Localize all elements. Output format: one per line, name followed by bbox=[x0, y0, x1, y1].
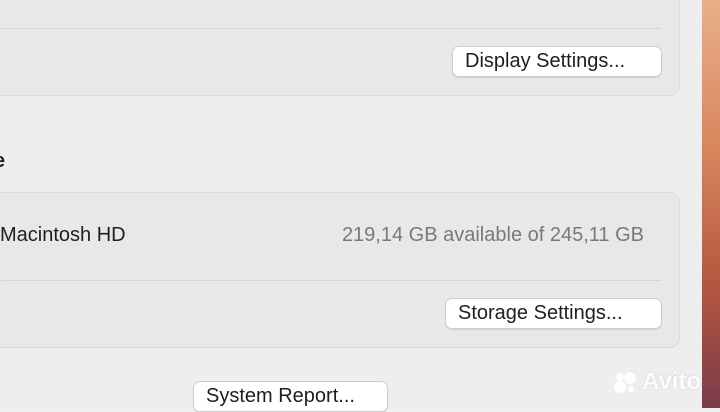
divider bbox=[1, 28, 661, 29]
storage-settings-button[interactable]: Storage Settings... bbox=[445, 298, 662, 329]
storage-section-heading: e bbox=[0, 150, 5, 173]
about-window: Display Settings... e Macintosh HD 219,1… bbox=[0, 0, 702, 412]
desktop-wallpaper bbox=[702, 0, 720, 408]
divider bbox=[1, 280, 661, 281]
avito-watermark: Avito bbox=[612, 368, 701, 396]
display-settings-button[interactable]: Display Settings... bbox=[452, 46, 662, 77]
avito-watermark-text: Avito bbox=[642, 368, 702, 395]
system-report-button[interactable]: System Report... bbox=[193, 381, 388, 412]
avito-logo-icon bbox=[612, 369, 638, 395]
disk-capacity: 219,14 GB available of 245,11 GB bbox=[341, 224, 644, 246]
disk-name: Macintosh HD bbox=[0, 224, 126, 246]
